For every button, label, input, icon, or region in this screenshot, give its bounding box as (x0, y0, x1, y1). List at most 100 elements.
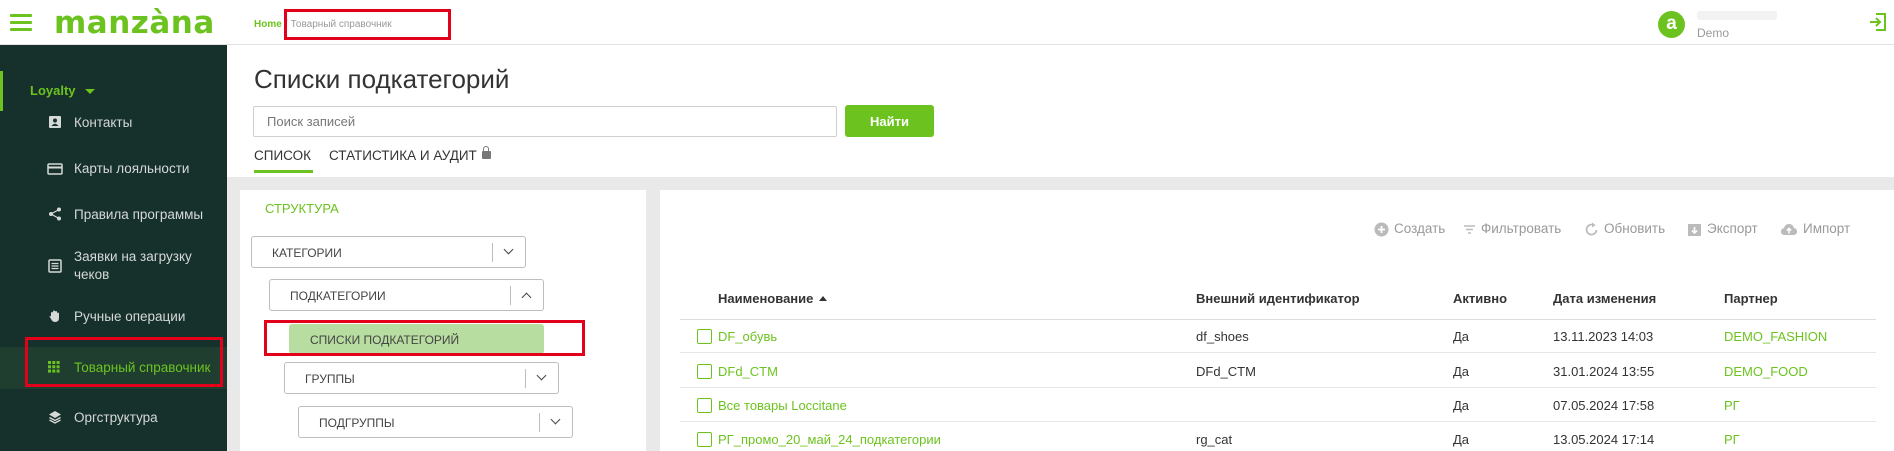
row-active: Да (1453, 398, 1470, 413)
row-name-link[interactable]: Все товары Loccitane (718, 398, 847, 413)
import-button[interactable]: Импорт (1780, 221, 1850, 237)
structure-title: СТРУКТУРА (265, 201, 339, 216)
row-checkbox[interactable] (697, 398, 712, 413)
breadcrumb-current: Товарный справочник (290, 19, 392, 30)
dropdown-groups[interactable]: ГРУППЫ (284, 362, 559, 394)
sidebar-item-loyalty-cards[interactable]: Карты лояльности (0, 146, 227, 192)
row-partner-link[interactable]: DEMO_FOOD (1724, 364, 1808, 379)
row-partner-link[interactable]: РГ (1724, 398, 1740, 413)
column-header-name[interactable]: Наименование (718, 291, 828, 306)
page-header: Списки подкатегорий Найти СПИСОК СТАТИСТ… (227, 45, 1894, 177)
dropdown-subgroups[interactable]: ПОДГРУППЫ (298, 406, 573, 438)
column-header-label: Наименование (718, 291, 814, 306)
row-active: Да (1453, 364, 1470, 379)
row-checkbox[interactable] (697, 432, 712, 447)
receipt-list-icon (48, 259, 62, 273)
dropdown-subcategories[interactable]: ПОДКАТЕГОРИИ (269, 279, 544, 311)
row-checkbox[interactable] (697, 364, 712, 379)
tab-list-label: СПИСОК (254, 148, 311, 163)
create-button[interactable]: Создать (1374, 221, 1445, 237)
layers-icon (49, 411, 61, 424)
column-header-label: Партнер (1724, 291, 1778, 306)
logo[interactable]: manzàna (54, 5, 215, 41)
share-nodes-icon (49, 207, 61, 221)
column-header-label: Внешний идентификатор (1196, 291, 1360, 306)
sidebar-item-label: Ручные операции (74, 309, 186, 324)
row-checkbox[interactable] (697, 329, 712, 344)
table-row: Все товары Loccitane Да 07.05.2024 17:58… (680, 388, 1876, 422)
top-bar: manzàna Home / Товарный справочник a Demo (0, 0, 1894, 45)
sidebar-item-manual-operations[interactable]: Ручные операции (0, 294, 227, 340)
dropdown-subcategory-lists[interactable]: СПИСКИ ПОДКАТЕГОРИЙ (289, 324, 544, 354)
column-header-label: Активно (1453, 291, 1508, 306)
sidebar: Loyalty Контакты Карты лояльности Правил… (0, 45, 227, 451)
breadcrumb-home[interactable]: Home (254, 19, 282, 30)
row-partner-link[interactable]: РГ (1724, 432, 1740, 447)
row-active: Да (1453, 329, 1470, 344)
filter-button[interactable]: Фильтровать (1463, 221, 1561, 236)
dropdown-divider (510, 286, 511, 305)
table-row: DFd_CTM DFd_CTM Да 31.01.2024 13:55 DEMO… (680, 354, 1876, 388)
caret-down-icon (85, 89, 95, 94)
dropdown-categories[interactable]: КАТЕГОРИИ (251, 236, 526, 268)
column-header-partner[interactable]: Партнер (1724, 291, 1778, 306)
filter-label: Фильтровать (1481, 221, 1562, 236)
sidebar-item-label: Товарный справочник (74, 360, 211, 375)
dropdown-label: ПОДКАТЕГОРИИ (290, 289, 386, 303)
tab-statistics-audit-label: СТАТИСТИКА И АУДИТ (329, 148, 477, 163)
tab-list[interactable]: СПИСОК (254, 148, 313, 173)
user-name: Demo (1697, 26, 1730, 40)
breadcrumb-separator: / (284, 19, 288, 30)
sidebar-section-label: Loyalty (30, 83, 76, 98)
sidebar-item-receipt-requests[interactable]: Заявки на загрузку чеков (0, 238, 227, 294)
row-modified: 07.05.2024 17:58 (1553, 398, 1655, 413)
contact-card-icon (49, 116, 61, 128)
sidebar-item-program-rules[interactable]: Правила программы (0, 192, 227, 238)
sidebar-item-label: Заявки на загрузку чеков (74, 249, 192, 282)
chevron-down-icon[interactable] (503, 244, 514, 255)
export-icon (1688, 223, 1701, 236)
plus-circle-icon (1374, 222, 1389, 237)
search-input[interactable] (253, 106, 837, 137)
row-active: Да (1453, 432, 1470, 447)
avatar[interactable]: a (1658, 11, 1685, 38)
chevron-down-icon[interactable] (550, 414, 561, 425)
export-label: Экспорт (1707, 221, 1758, 236)
row-modified: 13.05.2024 17:14 (1553, 432, 1655, 447)
find-button[interactable]: Найти (845, 105, 934, 137)
table-panel: Создать Фильтровать Обновить Экспорт Имп… (660, 190, 1894, 451)
column-header-external-id[interactable]: Внешний идентификатор (1196, 291, 1360, 306)
dropdown-divider (525, 369, 526, 388)
column-header-modified[interactable]: Дата изменения (1553, 291, 1656, 306)
breadcrumb: Home / Товарный справочник (254, 19, 392, 30)
row-partner-link[interactable]: DEMO_FASHION (1724, 329, 1827, 344)
chevron-down-icon[interactable] (536, 370, 547, 381)
page-title: Списки подкатегорий (254, 64, 510, 94)
column-header-active[interactable]: Активно (1453, 291, 1507, 306)
import-label: Импорт (1803, 221, 1851, 236)
row-name-link[interactable]: DF_обувь (718, 329, 777, 344)
tab-statistics-audit[interactable]: СТАТИСТИКА И АУДИТ (329, 146, 491, 163)
menu-icon[interactable] (10, 14, 32, 31)
dropdown-label: ПОДГРУППЫ (319, 416, 395, 430)
sidebar-item-contacts[interactable]: Контакты (0, 100, 227, 146)
hand-icon (49, 310, 59, 322)
table-row: DF_обувь df_shoes Да 13.11.2023 14:03 DE… (680, 319, 1876, 353)
column-header-label: Дата изменения (1553, 291, 1657, 306)
user-info-blurred (1697, 11, 1777, 20)
logout-icon[interactable] (1868, 12, 1888, 32)
row-name-link[interactable]: РГ_промо_20_май_24_подкатегории (718, 432, 941, 447)
sidebar-item-product-catalog[interactable]: Товарный справочник (0, 347, 227, 389)
chevron-up-icon[interactable] (521, 292, 532, 303)
row-modified: 13.11.2023 14:03 (1553, 329, 1654, 344)
export-button[interactable]: Экспорт (1687, 221, 1758, 237)
lock-icon (481, 146, 491, 159)
row-name-link[interactable]: DFd_CTM (718, 364, 778, 379)
dropdown-divider (492, 243, 493, 262)
refresh-button[interactable]: Обновить (1584, 221, 1665, 237)
cloud-upload-icon (1781, 223, 1797, 235)
grid-icon (48, 361, 60, 373)
sidebar-item-org-structure[interactable]: Оргструктура (0, 395, 227, 441)
sidebar-item-label: Правила программы (74, 207, 204, 222)
dropdown-divider (539, 413, 540, 432)
